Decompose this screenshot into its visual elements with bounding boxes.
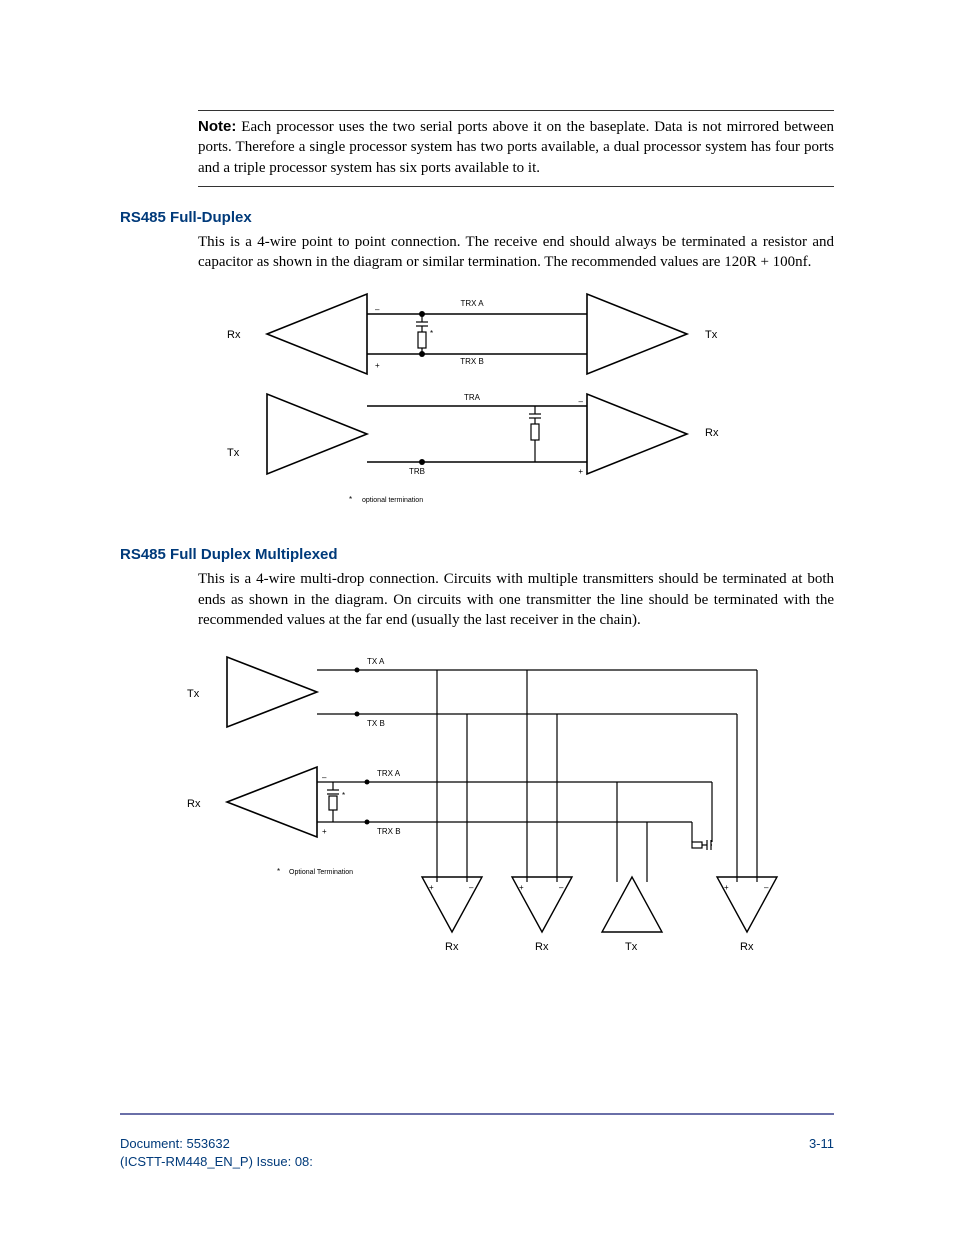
trx-b-label: TRX B: [460, 357, 484, 366]
drop4-rx: Rx: [740, 941, 754, 953]
svg-text:–: –: [764, 883, 769, 892]
rx-left-amp: [267, 294, 367, 374]
opt-term2: Optional Termination: [289, 869, 353, 876]
drop-4: + – Rx: [717, 670, 777, 953]
svg-text:–: –: [559, 883, 564, 892]
footer-row: Document: 553632 (ICSTT-RM448_EN_P) Issu…: [120, 1135, 834, 1171]
rx-term-star: *: [342, 791, 345, 800]
svg-text:–: –: [469, 883, 474, 892]
tx-left-amp: [267, 394, 367, 474]
tx-left-label: Tx: [227, 447, 240, 459]
figure-rs485-multiplexed: Tx Rx TX A TX B TRX A TRX B * – +: [167, 642, 787, 962]
rx-minus: –: [375, 305, 380, 314]
trxa-label: TRX A: [377, 769, 401, 778]
trxb-label: TRX B: [377, 827, 401, 836]
page-footer: Document: 553632 (ICSTT-RM448_EN_P) Issu…: [120, 1113, 834, 1171]
rx-plus: +: [322, 827, 327, 836]
figure-rs485-full-duplex: Rx Tx TRX A TRX B * – + Tx Rx: [197, 284, 757, 524]
tx-right-label: Tx: [705, 329, 718, 341]
footer-page-number: 3-11: [809, 1135, 834, 1171]
drop-2: + – Rx: [512, 670, 572, 953]
right-rc: [692, 782, 712, 850]
drop2-rx: Rx: [535, 941, 549, 953]
drop1-rx: Rx: [445, 941, 459, 953]
tx-right-amp: [587, 294, 687, 374]
rx2-minus: –: [579, 397, 584, 406]
rx-right-label: Rx: [705, 427, 719, 439]
tra-label: TRA: [464, 393, 481, 402]
txb-label: TX B: [367, 719, 385, 728]
rx-minus: –: [322, 773, 327, 782]
opt-star2: *: [277, 867, 280, 876]
rx2-plus: +: [578, 467, 583, 476]
section1-heading: RS485 Full-Duplex: [120, 209, 834, 226]
note-block: Note: Each processor uses the two serial…: [198, 110, 834, 187]
rx-amp: [227, 767, 317, 837]
drop3-tx: Tx: [625, 941, 638, 953]
drop-3-tx: Tx: [602, 782, 662, 953]
tx-amp: [227, 657, 317, 727]
footer-rule: [120, 1113, 834, 1115]
opt-term-label: optional termination: [362, 497, 423, 504]
tx-label: Tx: [187, 688, 200, 700]
note-text: Each processor uses the two serial ports…: [198, 119, 834, 176]
note-label: Note:: [198, 118, 236, 135]
svg-text:+: +: [429, 883, 434, 892]
rx-label: Rx: [187, 798, 201, 810]
footer-issue: (ICSTT-RM448_EN_P) Issue: 08:: [120, 1153, 313, 1171]
trb-label: TRB: [409, 467, 425, 476]
txa-label: TX A: [367, 657, 385, 666]
note-block-wrap: Note: Each processor uses the two serial…: [198, 110, 834, 187]
footer-doc: Document: 553632: [120, 1135, 313, 1153]
opt-star: *: [349, 495, 352, 504]
svg-text:+: +: [519, 883, 524, 892]
rx-plus: +: [375, 361, 380, 370]
drop-1: + – Rx: [422, 670, 482, 953]
term-star-1: *: [430, 329, 433, 338]
svg-text:+: +: [724, 883, 729, 892]
section1-body: This is a 4-wire point to point connecti…: [198, 232, 834, 273]
page: Note: Each processor uses the two serial…: [0, 0, 954, 1235]
footer-left: Document: 553632 (ICSTT-RM448_EN_P) Issu…: [120, 1135, 313, 1171]
section2-body: This is a 4-wire multi-drop connection. …: [198, 569, 834, 630]
rx-left-label: Rx: [227, 329, 241, 341]
trx-a-label: TRX A: [460, 299, 484, 308]
section2-heading: RS485 Full Duplex Multiplexed: [120, 546, 834, 563]
rx-right-amp: [587, 394, 687, 474]
